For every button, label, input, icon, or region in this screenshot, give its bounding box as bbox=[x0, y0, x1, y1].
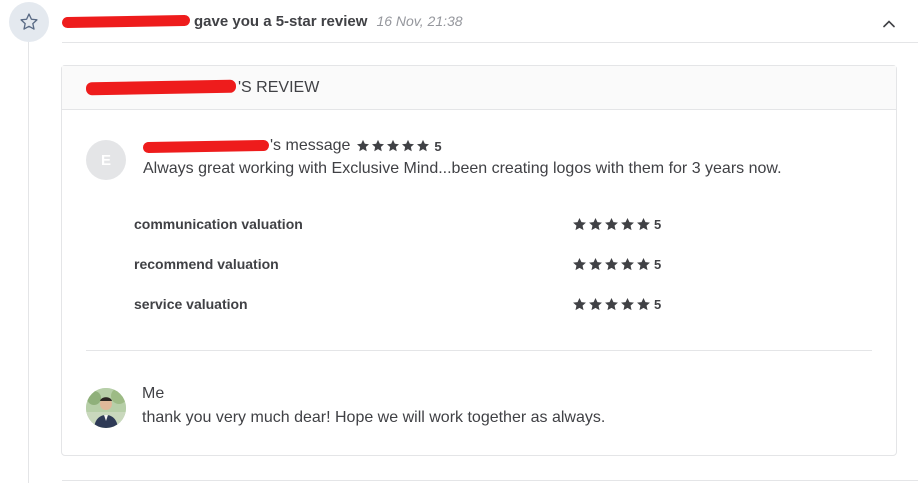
star-filled-icon bbox=[589, 217, 602, 230]
star-filled-icon bbox=[573, 297, 586, 310]
my-avatar[interactable] bbox=[86, 388, 126, 428]
user-photo bbox=[86, 388, 126, 428]
valuation-stars: 5 bbox=[572, 217, 661, 232]
star-filled-icon bbox=[637, 217, 650, 230]
star-outline-icon bbox=[20, 13, 38, 30]
overall-rating: 5 bbox=[356, 138, 442, 154]
star-filled-icon bbox=[621, 257, 634, 270]
service-valuation-row: service valuation 5 bbox=[134, 294, 694, 314]
bottom-divider bbox=[62, 480, 918, 481]
card-divider bbox=[86, 350, 872, 351]
star-filled-icon bbox=[637, 297, 650, 310]
star-filled-icon bbox=[417, 139, 430, 152]
valuation-rating-value: 5 bbox=[654, 296, 662, 312]
notification-text: gave you a 5-star review bbox=[194, 12, 368, 30]
header-divider bbox=[62, 42, 918, 43]
review-header-label: 'S REVIEW bbox=[238, 78, 320, 96]
review-card: 'S REVIEW E 's message 5 Always great wo… bbox=[61, 65, 897, 456]
star-filled-icon bbox=[605, 297, 618, 310]
message-title-suffix: 's message bbox=[270, 137, 351, 154]
communication-valuation-row: communication valuation 5 bbox=[134, 214, 694, 234]
star-filled-icon bbox=[589, 257, 602, 270]
valuation-stars: 5 bbox=[572, 297, 661, 312]
review-message: Always great working with Exclusive Mind… bbox=[143, 160, 782, 177]
notification-timestamp: 16 Nov, 21:38 bbox=[376, 13, 463, 29]
collapse-button[interactable] bbox=[880, 15, 898, 33]
star-filled-icon bbox=[621, 217, 634, 230]
reply-message: thank you very much dear! Hope we will w… bbox=[142, 409, 606, 426]
star-filled-icon bbox=[402, 139, 415, 152]
star-filled-icon bbox=[387, 139, 400, 152]
star-filled-icon bbox=[372, 139, 385, 152]
redacted-reviewer-name bbox=[85, 79, 237, 96]
review-notification: gave you a 5-star review 16 Nov, 21:38 '… bbox=[0, 0, 918, 483]
review-message-title: 's message 5 bbox=[142, 136, 442, 156]
notification-type-badge bbox=[9, 2, 49, 42]
star-filled-icon bbox=[573, 257, 586, 270]
notification-header: gave you a 5-star review 16 Nov, 21:38 bbox=[61, 10, 463, 32]
reply-author-name: Me bbox=[142, 385, 165, 402]
reviewer-avatar: E bbox=[86, 140, 126, 180]
star-filled-icon bbox=[589, 297, 602, 310]
review-card-header: 'S REVIEW bbox=[62, 66, 896, 110]
star-filled-icon bbox=[605, 257, 618, 270]
star-filled-icon bbox=[621, 297, 634, 310]
star-filled-icon bbox=[573, 217, 586, 230]
valuation-label: service valuation bbox=[134, 296, 248, 312]
valuation-stars: 5 bbox=[572, 257, 661, 272]
overall-rating-value: 5 bbox=[434, 138, 442, 154]
timeline-line bbox=[28, 42, 29, 483]
valuation-rating-value: 5 bbox=[654, 256, 662, 272]
redacted-reviewer-name bbox=[142, 139, 270, 153]
valuation-label: communication valuation bbox=[134, 216, 303, 232]
valuation-label: recommend valuation bbox=[134, 256, 279, 272]
chevron-up-icon bbox=[883, 20, 895, 28]
star-filled-icon bbox=[637, 257, 650, 270]
recommend-valuation-row: recommend valuation 5 bbox=[134, 254, 694, 274]
star-filled-icon bbox=[605, 217, 618, 230]
redacted-username[interactable] bbox=[61, 14, 191, 28]
valuation-rating-value: 5 bbox=[654, 216, 662, 232]
star-filled-icon bbox=[357, 139, 370, 152]
